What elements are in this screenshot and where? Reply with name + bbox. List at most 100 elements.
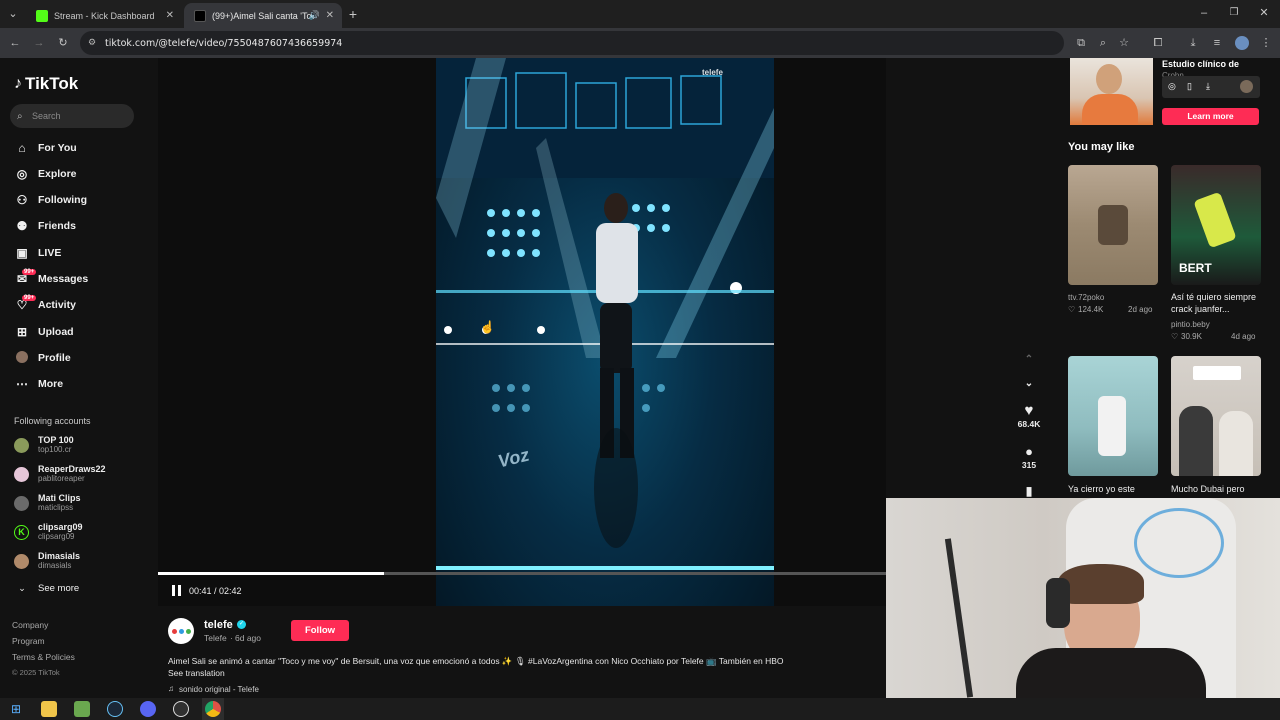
scroll-up-icon[interactable]: ⌃ — [1013, 354, 1045, 365]
like-button[interactable]: ♥ 68.4K — [1013, 403, 1045, 430]
bookmark-star-icon[interactable]: ☆ — [1117, 36, 1131, 50]
url-text: tiktok.com/@telefe/video/755048760743665… — [105, 37, 343, 49]
avatar — [14, 437, 29, 453]
minecraft-icon[interactable] — [74, 701, 90, 717]
rec-author[interactable]: pintio.beby — [1171, 320, 1210, 329]
rec-thumbnail[interactable]: BERT — [1171, 165, 1261, 285]
post-info: telefe ✓ Telefe · 6d ago Follow Aimel Sa… — [158, 606, 886, 698]
forward-icon[interactable]: → — [32, 36, 46, 50]
video-progress-fill — [158, 572, 384, 575]
nav-label: Profile — [38, 352, 71, 364]
menu-icon[interactable]: ⋮ — [1259, 36, 1273, 50]
video-progress-bar[interactable] — [158, 572, 886, 575]
nav-label: Explore — [38, 168, 77, 180]
nav-messages[interactable]: ✉ 99+ Messages — [14, 269, 89, 288]
nav-label: Messages — [38, 273, 89, 285]
tab-search-icon[interactable]: ⌄ — [6, 7, 20, 21]
search-input[interactable]: ⌕ Search — [10, 104, 134, 128]
rec-author[interactable]: ttv.72poko — [1068, 293, 1104, 302]
extensions-icon[interactable]: ⧠ — [1151, 36, 1165, 50]
footer-company-link[interactable]: Company — [12, 620, 48, 630]
following-account[interactable]: TOP 100 top100.cr — [14, 434, 74, 456]
home-icon: ⌂ — [18, 141, 26, 155]
compass-icon[interactable]: ◎ — [1168, 81, 1176, 92]
rec-title[interactable]: Mucho Dubai pero — [1171, 483, 1267, 495]
nav-for-you[interactable]: ⌂ For You — [14, 139, 76, 157]
rec-thumbnail[interactable] — [1171, 356, 1261, 476]
nav-label: Following — [38, 194, 87, 206]
following-account[interactable]: Dimasials dimasials — [14, 550, 80, 572]
sound-link[interactable]: sonido original - Telefe — [179, 685, 259, 694]
download-icon[interactable]: ⤓ — [1206, 81, 1210, 92]
avatar: K — [14, 524, 29, 540]
site-info-icon[interactable]: ⚙ — [88, 38, 96, 48]
close-tab-icon[interactable]: ✕ — [166, 10, 174, 21]
account-name: Dimasials — [38, 551, 81, 561]
pause-icon[interactable] — [172, 585, 182, 597]
obs-icon[interactable] — [173, 701, 189, 717]
rec-thumbnail[interactable] — [1068, 356, 1158, 476]
nav-label: LIVE — [38, 247, 62, 259]
tab-kick-dashboard[interactable]: Stream - Kick Dashboard ✕ — [26, 3, 182, 28]
following-account[interactable]: K clipsarg09 clipsarg09 — [14, 521, 83, 543]
follow-button[interactable]: Follow — [291, 620, 349, 641]
following-account[interactable]: ReaperDraws22 pablitoreaper — [14, 463, 106, 485]
footer-terms-link[interactable]: Terms & Policies — [12, 652, 75, 662]
nav-friends[interactable]: ⚉ Friends — [14, 217, 76, 235]
tab-tiktok-video[interactable]: (99+)Aimel Sali canta 'Toco 🔊 ✕ — [184, 3, 342, 28]
file-explorer-icon[interactable] — [41, 701, 57, 717]
avatar — [14, 495, 29, 511]
activity-icon: ♡ 99+ — [16, 295, 37, 312]
rec-age: 4d ago — [1231, 332, 1256, 341]
nav-activity[interactable]: ♡ 99+ Activity — [14, 295, 76, 314]
windows-icon[interactable]: ⊞ — [8, 701, 24, 717]
comment-button[interactable]: ● 315 — [1013, 444, 1045, 470]
author-avatar[interactable] — [168, 618, 194, 644]
nav-profile[interactable]: Profile — [14, 349, 71, 367]
video-stage[interactable]: telefe Voz ☝ 00:41 / 02:42 — [158, 58, 886, 606]
author-name[interactable]: telefe — [204, 619, 233, 631]
download-icon[interactable]: ⤓ — [1186, 36, 1200, 50]
window-close-icon[interactable]: ✕ — [1257, 6, 1271, 20]
rec-title[interactable]: Ya cierro yo este — [1068, 483, 1164, 495]
nav-more[interactable]: ⋯ More — [14, 375, 63, 393]
following-account[interactable]: Mati Clips maticlipss — [14, 492, 81, 514]
avatar[interactable] — [1240, 80, 1253, 93]
video-time: 00:41 / 02:42 — [189, 586, 242, 596]
back-icon[interactable]: ← — [8, 36, 22, 50]
zoom-icon[interactable]: ⌕ — [1096, 36, 1110, 50]
reload-icon[interactable]: ↻ — [56, 36, 70, 50]
minimize-icon[interactable]: – — [1197, 6, 1211, 20]
rec-title[interactable]: Así té quiero siempre crack juanfer... — [1171, 291, 1267, 315]
ad-thumbnail[interactable] — [1070, 58, 1153, 125]
nav-upload[interactable]: ⊞ Upload — [14, 323, 74, 341]
media-control-icon[interactable]: ≡ — [1210, 36, 1224, 50]
steam-icon[interactable] — [107, 701, 123, 717]
see-more-button[interactable]: ⌄ See more — [14, 579, 79, 597]
footer-program-link[interactable]: Program — [12, 636, 45, 646]
install-app-icon[interactable]: ⧉ — [1074, 36, 1088, 50]
profile-avatar-icon[interactable] — [1235, 36, 1249, 50]
account-handle: top100.cr — [38, 445, 72, 454]
nav-live[interactable]: ▣ LIVE — [14, 244, 61, 262]
ad-title[interactable]: Estudio clínico de — [1162, 59, 1239, 69]
telefe-watermark: telefe — [702, 68, 723, 77]
rec-thumbnail[interactable] — [1068, 165, 1158, 285]
nav-label: Activity — [38, 299, 76, 311]
restore-icon[interactable]: ❐ — [1227, 6, 1241, 20]
plus-icon[interactable]: + — [346, 7, 360, 21]
discord-icon[interactable] — [140, 701, 156, 717]
close-tab-icon[interactable]: ✕ — [326, 10, 334, 21]
microphone-arm — [944, 538, 974, 698]
nav-following[interactable]: ⚇ Following — [14, 191, 87, 209]
nav-explore[interactable]: ◎ Explore — [14, 165, 77, 183]
tiktok-logo[interactable]: ♪ TikTok — [14, 74, 78, 94]
phone-icon[interactable]: ▯ — [1187, 81, 1192, 92]
speaker-icon[interactable]: 🔊 — [309, 10, 320, 21]
address-bar[interactable]: ⚙ tiktok.com/@telefe/video/7550487607436… — [80, 31, 1064, 55]
post-age: 6d ago — [235, 633, 261, 643]
see-translation-link[interactable]: See translation — [168, 668, 225, 678]
learn-more-button[interactable]: Learn more — [1162, 108, 1259, 125]
scroll-down-icon[interactable]: ⌄ — [1013, 378, 1045, 389]
save-button[interactable]: ▮ — [1013, 484, 1045, 498]
